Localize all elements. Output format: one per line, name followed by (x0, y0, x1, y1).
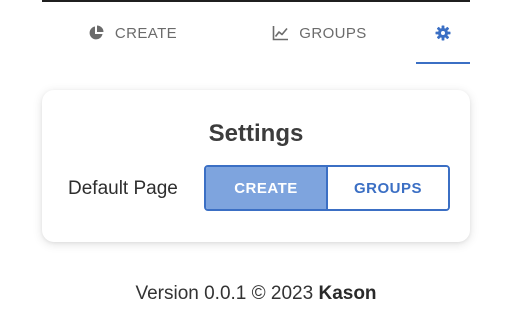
default-page-create-button[interactable]: CREATE (206, 167, 326, 209)
tab-settings[interactable] (416, 2, 470, 64)
author-name: Kason (318, 283, 377, 304)
tab-create[interactable]: CREATE (72, 2, 192, 64)
tab-create-label: CREATE (114, 24, 178, 42)
default-page-groups-button[interactable]: GROUPS (326, 167, 448, 209)
default-page-toggle: CREATE GROUPS (204, 165, 450, 211)
tab-groups[interactable]: GROUPS (264, 2, 374, 64)
settings-title: Settings (208, 120, 304, 147)
app-root: CREATE GROUPS Settings Default Page CREA… (0, 0, 512, 320)
default-page-label: Default Page (68, 178, 178, 199)
version-footer: Version 0.0.1 © 2023 Kason (0, 283, 512, 305)
tab-bar: CREATE GROUPS (42, 2, 470, 64)
gear-icon (434, 24, 452, 42)
active-tab-indicator (416, 62, 470, 64)
tab-groups-label: GROUPS (299, 24, 367, 42)
version-text: Version 0.0.1 © 2023 (135, 283, 319, 304)
line-chart-icon (271, 24, 289, 42)
settings-card: Settings Default Page CREATE GROUPS (42, 90, 470, 242)
pie-chart-icon (87, 24, 105, 42)
